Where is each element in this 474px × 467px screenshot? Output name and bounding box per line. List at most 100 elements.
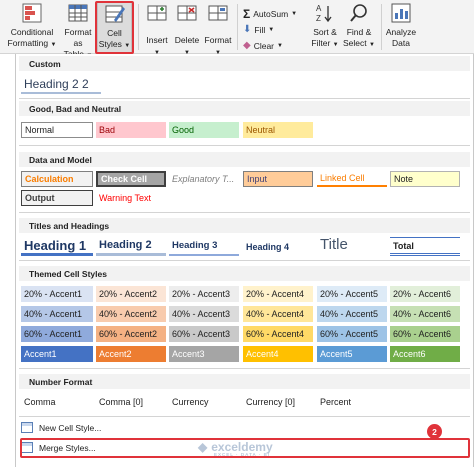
autosum-label: AutoSum (253, 9, 289, 19)
find-select-label1: Find & (346, 27, 372, 37)
sort-filter-button[interactable]: A Z Sort & Filter ▼ (308, 2, 342, 51)
style-output[interactable]: Output (21, 190, 93, 206)
format-button[interactable]: Format ▼ (203, 2, 233, 59)
analyze-data-button[interactable]: Analyze Data (385, 2, 417, 49)
section-title-number-format: Number Format (29, 377, 93, 387)
analyze-data-label1: Analyze (385, 27, 417, 37)
ribbon-separator (237, 4, 238, 50)
sort-filter-label2: Filter ▼ (311, 38, 339, 48)
section-title-titles-headings: Titles and Headings (29, 221, 110, 231)
style-currency-0[interactable]: Currency [0] (243, 394, 313, 410)
analyze-data-label2: Data (392, 38, 410, 48)
divider (19, 98, 470, 99)
style-heading-4[interactable]: Heading 4 (243, 237, 313, 256)
style-note[interactable]: Note (390, 171, 460, 187)
style-linked-cell[interactable]: Linked Cell (317, 171, 387, 187)
divider (19, 416, 470, 417)
style-currency[interactable]: Currency (169, 394, 239, 410)
style-accent5[interactable]: Accent5 (317, 346, 387, 362)
style-40-accent5[interactable]: 40% - Accent5 (317, 306, 387, 322)
style-input[interactable]: Input (243, 171, 313, 187)
style-accent3[interactable]: Accent3 (169, 346, 239, 362)
format-as-table-button[interactable]: Format as Table ▼ (60, 2, 96, 62)
svg-text:Z: Z (316, 14, 321, 23)
style-40-accent2[interactable]: 40% - Accent2 (96, 306, 166, 322)
sort-filter-label1: Sort & (313, 27, 337, 37)
cell-styles-highlight (95, 1, 134, 54)
style-20-accent4[interactable]: 20% - Accent4 (243, 286, 313, 302)
style-60-accent5[interactable]: 60% - Accent5 (317, 326, 387, 342)
style-heading-2[interactable]: Heading 2 (96, 237, 166, 256)
style-40-accent3[interactable]: 40% - Accent3 (169, 306, 239, 322)
autosum-button[interactable]: Σ AutoSum ▼ (243, 7, 297, 21)
style-20-accent6[interactable]: 20% - Accent6 (390, 286, 460, 302)
ribbon-separator (138, 4, 139, 50)
style-bad[interactable]: Bad (96, 122, 166, 138)
style-60-accent3[interactable]: 60% - Accent3 (169, 326, 239, 342)
style-20-accent5[interactable]: 20% - Accent5 (317, 286, 387, 302)
delete-cells-icon (177, 5, 197, 21)
clear-button[interactable]: ◆ Clear ▼ (243, 40, 283, 51)
divider (19, 368, 470, 369)
format-as-table-icon (68, 4, 88, 22)
style-accent1[interactable]: Accent1 (21, 346, 93, 362)
style-20-accent1[interactable]: 20% - Accent1 (21, 286, 93, 302)
style-neutral[interactable]: Neutral (243, 122, 313, 138)
sort-filter-icon: A Z (316, 4, 332, 23)
style-heading-2-2[interactable]: Heading 2 2 (21, 76, 101, 94)
style-percent[interactable]: Percent (317, 394, 387, 410)
style-warning-text[interactable]: Warning Text (96, 190, 166, 206)
fill-label: Fill (254, 24, 266, 35)
conditional-formatting-button[interactable]: Conditional Formatting ▼ (6, 2, 58, 51)
conditional-formatting-icon (22, 3, 42, 23)
divider (19, 145, 470, 146)
fill-down-icon: ⬇ (243, 24, 252, 35)
style-20-accent2[interactable]: 20% - Accent2 (96, 286, 166, 302)
exceldemy-watermark: ◆ exceldemy EXCEL · DATA · BI (198, 440, 273, 457)
new-cell-style-label: New Cell Style... (39, 422, 102, 433)
style-40-accent4[interactable]: 40% - Accent4 (243, 306, 313, 322)
style-normal[interactable]: Normal (21, 122, 93, 138)
insert-button[interactable]: Insert ▼ (143, 2, 171, 59)
style-calculation[interactable]: Calculation (21, 171, 93, 187)
style-total[interactable]: Total (390, 237, 460, 256)
style-accent4[interactable]: Accent4 (243, 346, 313, 362)
search-icon (350, 4, 367, 22)
new-style-icon (21, 422, 33, 433)
section-title-data-model: Data and Model (29, 155, 92, 165)
delete-button[interactable]: Delete ▼ (172, 2, 202, 59)
style-comma-0[interactable]: Comma [0] (96, 394, 166, 410)
exceldemy-logo-icon: ◆ (198, 440, 208, 454)
divider (19, 212, 470, 213)
section-header-band (19, 56, 470, 71)
style-heading-3[interactable]: Heading 3 (169, 237, 239, 256)
format-cells-icon (208, 5, 228, 21)
style-40-accent6[interactable]: 40% - Accent6 (390, 306, 460, 322)
style-accent6[interactable]: Accent6 (390, 346, 460, 362)
clear-label: Clear (253, 40, 275, 51)
style-check-cell[interactable]: Check Cell (96, 171, 166, 187)
style-60-accent6[interactable]: 60% - Accent6 (390, 326, 460, 342)
conditional-formatting-label2: Formatting ▼ (7, 38, 57, 48)
new-cell-style-item[interactable]: New Cell Style... (21, 422, 101, 433)
style-40-accent1[interactable]: 40% - Accent1 (21, 306, 93, 322)
conditional-formatting-label1: Conditional (10, 27, 54, 37)
style-accent2[interactable]: Accent2 (96, 346, 166, 362)
cell-styles-gallery: Custom Heading 2 2 Good, Bad and Neutral… (15, 54, 474, 467)
style-60-accent4[interactable]: 60% - Accent4 (243, 326, 313, 342)
format-as-table-label1: Format as (64, 27, 92, 48)
find-select-label2: Select ▼ (343, 38, 375, 48)
find-select-button[interactable]: Find & Select ▼ (342, 2, 376, 51)
style-title[interactable]: Title (317, 234, 387, 254)
style-60-accent2[interactable]: 60% - Accent2 (96, 326, 166, 342)
style-good[interactable]: Good (169, 122, 239, 138)
fill-button[interactable]: ⬇ Fill ▼ (243, 24, 274, 35)
style-heading-1[interactable]: Heading 1 (21, 237, 93, 256)
section-title-themed: Themed Cell Styles (29, 269, 107, 279)
style-explanatory-text[interactable]: Explanatory T... (169, 171, 239, 187)
style-20-accent3[interactable]: 20% - Accent3 (169, 286, 239, 302)
ribbon-separator (381, 4, 382, 50)
style-60-accent1[interactable]: 60% - Accent1 (21, 326, 93, 342)
style-comma[interactable]: Comma (21, 394, 93, 410)
svg-text:A: A (316, 4, 322, 13)
